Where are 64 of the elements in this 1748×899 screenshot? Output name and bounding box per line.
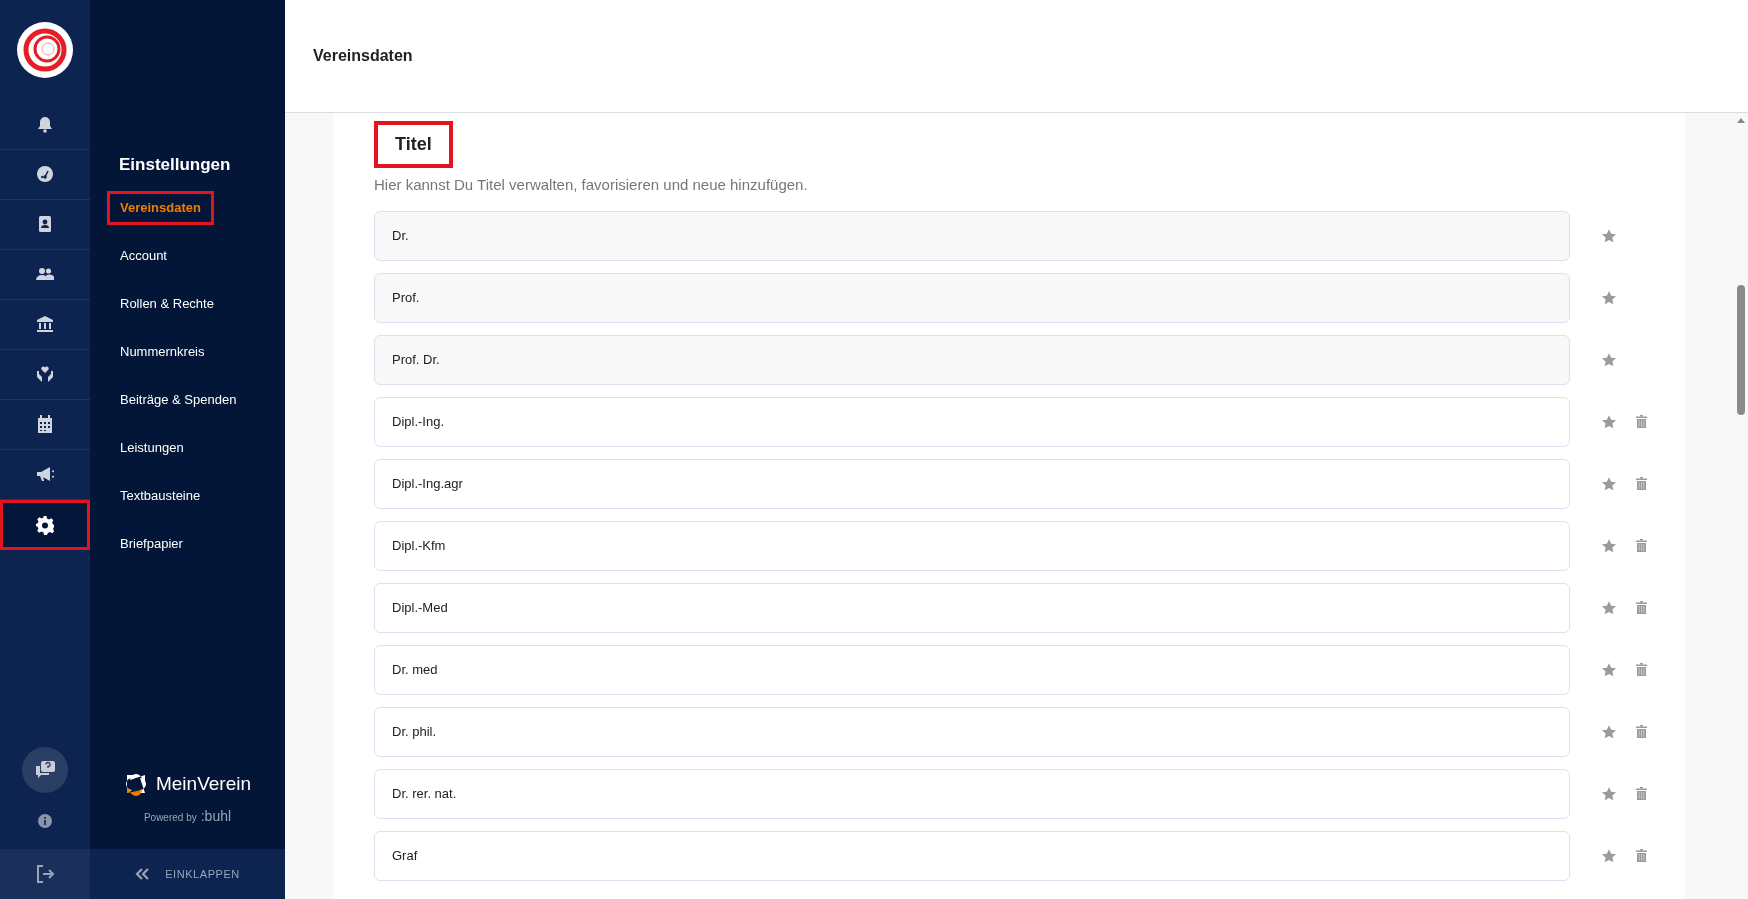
brand-name: MeinVerein xyxy=(155,771,252,796)
contact-icon xyxy=(36,215,54,234)
title-input-field[interactable]: Dr. xyxy=(374,210,1570,261)
star-icon[interactable] xyxy=(1602,228,1616,243)
star-icon[interactable] xyxy=(1602,414,1616,429)
title-input-field[interactable]: Dipl.-Ing.agr xyxy=(374,458,1570,509)
title-input-field[interactable]: Dr. rer. nat. xyxy=(374,768,1570,819)
trash-icon[interactable] xyxy=(1636,477,1647,490)
collapse-button[interactable]: EINKLAPPEN xyxy=(90,849,285,899)
title-input-field[interactable]: Prof. Dr. xyxy=(374,334,1570,385)
bell-icon xyxy=(36,115,54,134)
star-icon[interactable] xyxy=(1602,290,1616,305)
gauge-icon xyxy=(36,165,54,184)
trash-icon[interactable] xyxy=(1636,601,1647,614)
gear-icon xyxy=(36,515,54,535)
title-input-field[interactable]: Dr. phil. xyxy=(374,706,1570,757)
trash-icon[interactable] xyxy=(1636,849,1647,862)
title-input-field[interactable]: Dipl.-Med xyxy=(374,582,1570,633)
scroll-up-arrow-icon[interactable] xyxy=(1737,118,1745,123)
page-title: Vereinsdaten xyxy=(313,46,413,66)
calendar-icon xyxy=(36,415,54,434)
title-input-field[interactable]: Prof. xyxy=(374,272,1570,323)
logo xyxy=(17,22,73,78)
sidebar-nav-link[interactable]: Briefpapier xyxy=(107,520,285,568)
scrollbar-thumb[interactable] xyxy=(1737,285,1745,415)
powered-by-text: Powered by xyxy=(143,811,197,825)
brand-logo-icon xyxy=(123,771,148,796)
star-icon[interactable] xyxy=(1602,724,1616,739)
donation-icon xyxy=(36,365,54,384)
sidebar-heading: Einstellungen xyxy=(118,154,232,176)
sidebar-nav-link[interactable]: Nummernkreis xyxy=(107,328,285,376)
logout-icon[interactable] xyxy=(35,864,55,884)
trash-icon[interactable] xyxy=(1636,663,1647,676)
sidebar-nav-link[interactable]: Beiträge & Spenden xyxy=(107,376,285,424)
star-icon[interactable] xyxy=(1602,600,1616,615)
sidebar-nav-link[interactable]: Leistungen xyxy=(107,424,285,472)
star-icon[interactable] xyxy=(1602,538,1616,553)
info-icon[interactable] xyxy=(38,814,52,828)
rail-nav-item[interactable] xyxy=(0,500,90,550)
sidebar-nav-link[interactable]: Textbausteine xyxy=(107,472,285,520)
star-icon[interactable] xyxy=(1602,476,1616,491)
star-icon[interactable] xyxy=(1602,786,1616,801)
title-input-field[interactable]: Graf xyxy=(374,830,1570,881)
megaphone-icon xyxy=(36,465,54,484)
star-icon[interactable] xyxy=(1602,848,1616,863)
star-icon[interactable] xyxy=(1602,352,1616,367)
trash-icon[interactable] xyxy=(1636,415,1647,428)
trash-icon[interactable] xyxy=(1636,787,1647,800)
double-chevron-icon xyxy=(135,868,150,880)
section-title: Titel xyxy=(374,121,453,168)
bank-icon xyxy=(36,315,54,334)
help-button[interactable] xyxy=(22,747,68,793)
star-icon[interactable] xyxy=(1602,662,1616,677)
title-input-field[interactable]: Dr. med xyxy=(374,644,1570,695)
powered-brand: :buhl xyxy=(200,807,232,826)
title-input-field[interactable]: Dipl.-Kfm xyxy=(374,520,1570,571)
sidebar-nav-link[interactable]: Account xyxy=(107,232,285,280)
section-description: Hier kannst Du Titel verwalten, favorisieren und neue hinzufügen. xyxy=(374,175,809,195)
trash-icon[interactable] xyxy=(1636,539,1647,552)
title-input-field[interactable]: Dipl.-Ing. xyxy=(374,396,1570,447)
sidebar-nav-link[interactable]: Rollen & Rechte xyxy=(107,280,285,328)
trash-icon[interactable] xyxy=(1636,725,1647,738)
sidebar-nav-link[interactable]: Vereinsdaten xyxy=(107,184,285,232)
help-chat-icon xyxy=(34,760,56,780)
